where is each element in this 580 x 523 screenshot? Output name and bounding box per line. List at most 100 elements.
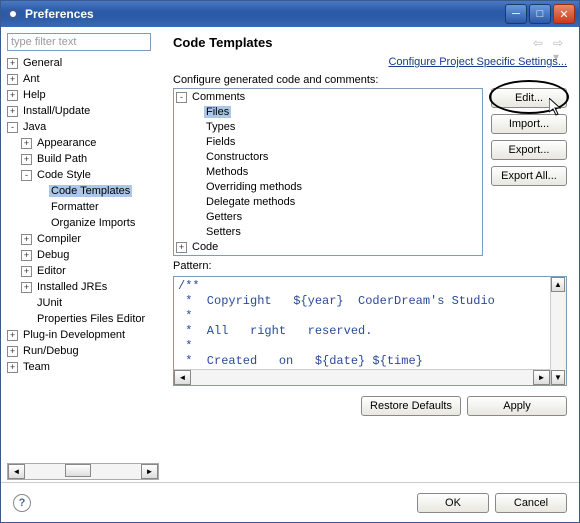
tree-label[interactable]: Files [204, 106, 231, 118]
tree-item[interactable]: Code Templates [7, 183, 159, 199]
tree-label[interactable]: Compiler [35, 233, 83, 245]
tree-twisty[interactable]: + [7, 362, 18, 373]
tree-label[interactable]: Comments [190, 91, 247, 103]
forward-icon[interactable]: ⇨ ▾ [553, 36, 567, 50]
tree-item[interactable]: -Java [7, 119, 159, 135]
tree-label[interactable]: Appearance [35, 137, 98, 149]
tree-item[interactable]: Properties Files Editor [7, 311, 159, 327]
tree-label[interactable]: Java [21, 121, 48, 133]
tree-twisty[interactable]: + [7, 106, 18, 117]
tree-item[interactable]: +Appearance [7, 135, 159, 151]
tree-label[interactable]: Setters [204, 226, 243, 238]
tree-twisty[interactable]: - [7, 122, 18, 133]
filter-input[interactable] [7, 33, 151, 51]
tree-label[interactable]: Code [190, 241, 220, 253]
edit-button[interactable]: Edit... [491, 88, 567, 108]
tree-label[interactable]: Code Templates [49, 185, 132, 197]
scroll-left-button[interactable]: ◄ [8, 464, 25, 479]
tree-item[interactable]: Overriding methods [176, 181, 482, 196]
tree-item[interactable]: Getters [176, 211, 482, 226]
tree-label[interactable]: Team [21, 361, 52, 373]
tree-label[interactable]: Methods [204, 166, 250, 178]
tree-item[interactable]: +Help [7, 87, 159, 103]
tree-label[interactable]: Fields [204, 136, 237, 148]
preferences-tree[interactable]: +General+Ant+Help+Install/Update-Java+Ap… [7, 55, 159, 463]
tree-label[interactable]: Install/Update [21, 105, 92, 117]
tree-item[interactable]: JUnit [7, 295, 159, 311]
apply-button[interactable]: Apply [467, 396, 567, 416]
tree-item[interactable]: -Code Style [7, 167, 159, 183]
tree-twisty[interactable]: + [7, 58, 18, 69]
tree-twisty[interactable]: + [7, 74, 18, 85]
pattern-scroll-right[interactable]: ► [533, 370, 550, 385]
help-icon[interactable]: ? [13, 494, 31, 512]
tree-item[interactable]: Organize Imports [7, 215, 159, 231]
tree-label[interactable]: Code Style [35, 169, 93, 181]
tree-item[interactable]: +General [7, 55, 159, 71]
tree-twisty[interactable]: + [21, 266, 32, 277]
tree-label[interactable]: Constructors [204, 151, 270, 163]
tree-item[interactable]: +Installed JREs [7, 279, 159, 295]
tree-label[interactable]: Organize Imports [49, 217, 137, 229]
scroll-thumb[interactable] [65, 464, 91, 477]
tree-item[interactable]: +Install/Update [7, 103, 159, 119]
ok-button[interactable]: OK [417, 493, 489, 513]
close-button[interactable]: ✕ [553, 4, 575, 24]
import-button[interactable]: Import... [491, 114, 567, 134]
tree-twisty[interactable]: + [7, 330, 18, 341]
scroll-track[interactable] [25, 464, 141, 479]
tree-item[interactable]: +Team [7, 359, 159, 375]
tree-label[interactable]: Debug [35, 249, 71, 261]
tree-label[interactable]: General [21, 57, 64, 69]
tree-twisty[interactable]: + [7, 346, 18, 357]
project-specific-link[interactable]: Configure Project Specific Settings... [388, 56, 567, 68]
pattern-vscroll-track[interactable] [551, 292, 565, 370]
tree-label[interactable]: JUnit [35, 297, 64, 309]
maximize-button[interactable]: □ [529, 4, 551, 24]
tree-twisty[interactable]: + [21, 154, 32, 165]
pattern-vscroll[interactable]: ▲ ▼ [550, 277, 566, 385]
tree-item[interactable]: +Compiler [7, 231, 159, 247]
tree-item[interactable]: +Build Path [7, 151, 159, 167]
tree-label[interactable]: Properties Files Editor [35, 313, 147, 325]
tree-item[interactable]: +Code [176, 241, 482, 256]
pattern-scroll-track[interactable] [191, 370, 533, 385]
pattern-hscroll[interactable]: ◄ ► [174, 369, 550, 385]
templates-tree[interactable]: -CommentsFilesTypesFieldsConstructorsMet… [173, 88, 483, 256]
scroll-right-button[interactable]: ► [141, 464, 158, 479]
tree-item[interactable]: Files [176, 106, 482, 121]
tree-label[interactable]: Installed JREs [35, 281, 109, 293]
tree-item[interactable]: Types [176, 121, 482, 136]
tree-label[interactable]: Types [204, 121, 237, 133]
tree-label[interactable]: Formatter [49, 201, 101, 213]
back-icon[interactable]: ⇦ [533, 36, 547, 50]
titlebar[interactable]: Preferences ─ □ ✕ [1, 1, 579, 27]
tree-label[interactable]: Plug-in Development [21, 329, 127, 341]
tree-twisty[interactable]: - [176, 92, 187, 103]
tree-item[interactable]: Formatter [7, 199, 159, 215]
tree-label[interactable]: Ant [21, 73, 42, 85]
tree-twisty[interactable]: - [21, 170, 32, 181]
cancel-button[interactable]: Cancel [495, 493, 567, 513]
tree-item[interactable]: +Ant [7, 71, 159, 87]
tree-item[interactable]: Constructors [176, 151, 482, 166]
restore-defaults-button[interactable]: Restore Defaults [361, 396, 461, 416]
sidebar-hscroll[interactable]: ◄ ► [7, 463, 159, 480]
tree-item[interactable]: +Run/Debug [7, 343, 159, 359]
tree-label[interactable]: Delegate methods [204, 196, 297, 208]
tree-item[interactable]: -Comments [176, 91, 482, 106]
export-button[interactable]: Export... [491, 140, 567, 160]
tree-twisty[interactable]: + [21, 138, 32, 149]
tree-item[interactable]: +Plug-in Development [7, 327, 159, 343]
tree-item[interactable]: +Editor [7, 263, 159, 279]
tree-item[interactable]: Methods [176, 166, 482, 181]
export-all-button[interactable]: Export All... [491, 166, 567, 186]
pattern-scroll-down[interactable]: ▼ [551, 370, 565, 385]
tree-label[interactable]: Overriding methods [204, 181, 304, 193]
pattern-scroll-up[interactable]: ▲ [551, 277, 565, 292]
tree-item[interactable]: Delegate methods [176, 196, 482, 211]
tree-twisty[interactable]: + [176, 242, 187, 253]
minimize-button[interactable]: ─ [505, 4, 527, 24]
tree-label[interactable]: Editor [35, 265, 68, 277]
tree-twisty[interactable]: + [7, 90, 18, 101]
